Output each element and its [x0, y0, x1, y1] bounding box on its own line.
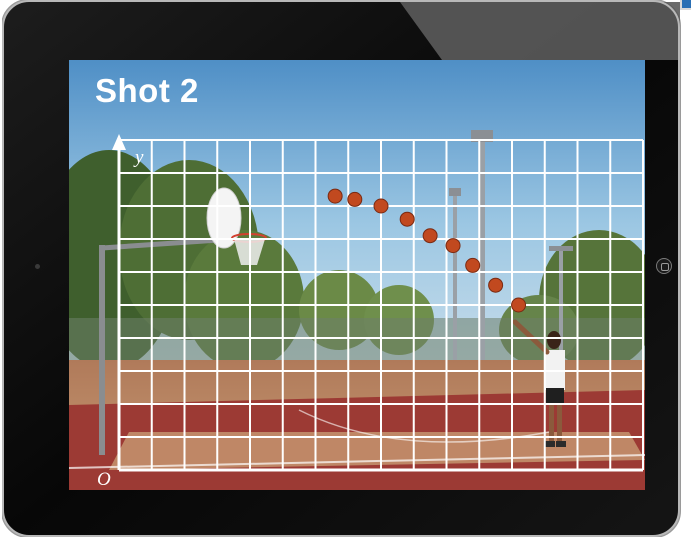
front-camera-icon [35, 264, 40, 269]
y-axis-label: y [135, 147, 144, 168]
basketball-court-scene [69, 60, 645, 490]
basketball-position [511, 297, 527, 313]
basketball-position [347, 191, 363, 207]
basketball-position [422, 228, 438, 244]
basketball-position [399, 211, 415, 227]
video-frame: Shot 2 y O [69, 60, 645, 490]
basketball-position [488, 277, 504, 293]
tablet-device: Shot 2 y O [2, 0, 691, 537]
basketball-position [373, 198, 389, 214]
origin-label: O [97, 469, 111, 490]
basketball-position [327, 188, 343, 204]
slide-title: Shot 2 [95, 72, 199, 109]
basketball-position [465, 257, 481, 273]
basketball-position [445, 238, 461, 254]
home-button-icon[interactable] [656, 258, 672, 274]
